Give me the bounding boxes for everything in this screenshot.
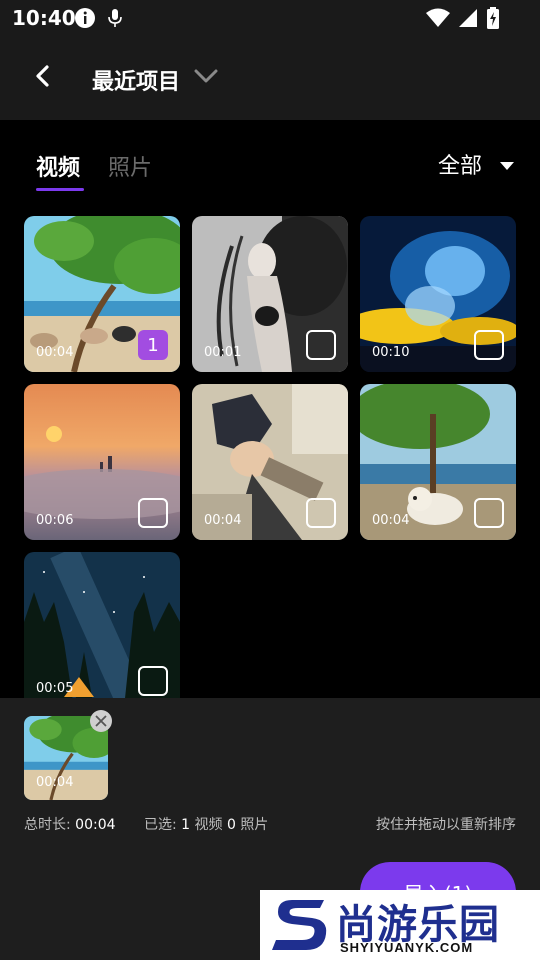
video-count-label: 视频	[194, 817, 223, 833]
selection-checkbox[interactable]	[474, 498, 504, 528]
status-left-icons	[74, 7, 122, 33]
selected-count: 已选: 1 视频 0 照片	[144, 814, 268, 834]
media-grid: 00:04 1 00:01 00:10 00:06 00:04 00:04 00…	[24, 216, 516, 698]
close-icon	[95, 712, 107, 731]
media-thumbnail[interactable]: 00:01	[192, 216, 348, 372]
media-thumbnail[interactable]: 00:10	[360, 216, 516, 372]
brand-logo-icon	[272, 896, 332, 958]
selection-checkbox[interactable]	[306, 330, 336, 360]
back-button[interactable]	[26, 60, 58, 96]
back-arrow-icon	[34, 65, 50, 91]
watermark: 尚游乐园 SHYIYUANYK.COM	[260, 890, 540, 960]
chevron-down-icon[interactable]	[194, 68, 218, 88]
media-thumbnail[interactable]: 00:04	[360, 384, 516, 540]
watermark-url: SHYIYUANYK.COM	[340, 940, 474, 955]
selected-duration: 00:04	[36, 775, 74, 790]
duration-label: 00:04	[372, 513, 410, 528]
duration-label: 00:04	[204, 513, 242, 528]
status-right-icons	[426, 7, 500, 33]
active-tab-indicator	[36, 188, 84, 191]
remove-selected-button[interactable]	[90, 710, 112, 732]
mic-icon	[108, 8, 122, 32]
dropdown-triangle-icon	[500, 152, 514, 177]
duration-label: 00:04	[36, 345, 74, 360]
app-header: 最近项目	[0, 36, 540, 120]
status-bar: 10:40	[0, 0, 540, 36]
total-duration-value: 00:04	[75, 817, 116, 833]
battery-charging-icon	[486, 7, 500, 33]
photo-count-label: 照片	[240, 817, 269, 833]
duration-label: 00:05	[36, 681, 74, 696]
tab-photo[interactable]: 照片	[108, 150, 152, 182]
media-thumbnail[interactable]: 00:05	[24, 552, 180, 698]
album-title[interactable]: 最近项目	[92, 64, 180, 96]
selection-checkbox[interactable]	[138, 666, 168, 696]
tab-video[interactable]: 视频	[36, 150, 80, 182]
media-tabs: 视频 照片 全部	[0, 120, 540, 200]
signal-icon	[458, 8, 478, 32]
total-duration: 总时长: 00:04	[24, 814, 116, 834]
selection-badge[interactable]: 1	[138, 330, 168, 360]
filter-label: 全部	[437, 154, 482, 179]
duration-label: 00:10	[372, 345, 410, 360]
selected-label: 已选:	[144, 817, 177, 833]
info-icon	[74, 7, 96, 33]
selection-checkbox[interactable]	[474, 330, 504, 360]
selection-checkbox[interactable]	[138, 498, 168, 528]
filter-dropdown[interactable]: 全部	[438, 148, 514, 180]
media-thumbnail[interactable]: 00:04 1	[24, 216, 180, 372]
selection-checkbox[interactable]	[306, 498, 336, 528]
media-thumbnail[interactable]: 00:06	[24, 384, 180, 540]
duration-label: 00:01	[204, 345, 242, 360]
wifi-icon	[426, 8, 450, 32]
reorder-hint: 按住并拖动以重新排序	[376, 817, 516, 833]
media-thumbnail[interactable]: 00:04	[192, 384, 348, 540]
duration-label: 00:06	[36, 513, 74, 528]
status-time: 10:40	[12, 6, 76, 30]
total-duration-label: 总时长:	[24, 817, 71, 833]
video-count: 1	[181, 817, 191, 833]
photo-count: 0	[227, 817, 236, 833]
